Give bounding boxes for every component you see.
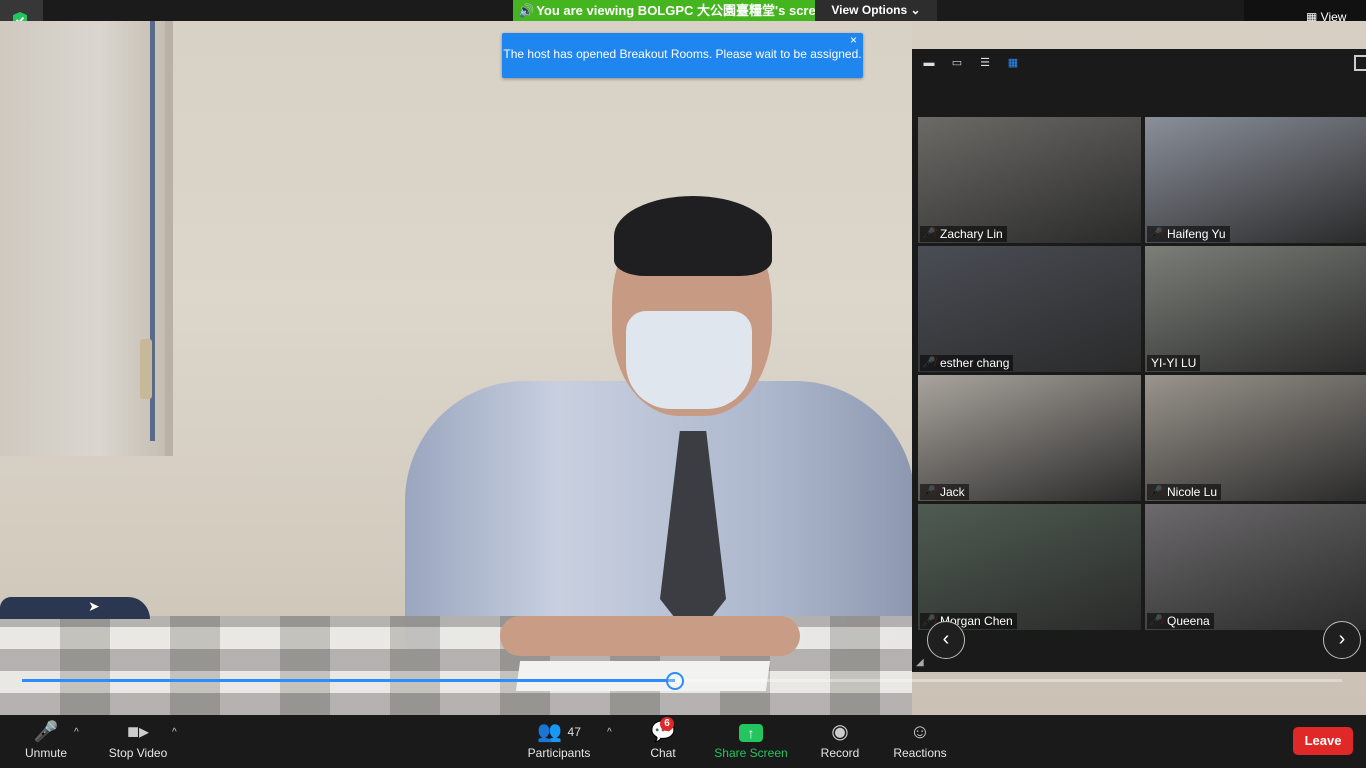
shared-screen-video [0, 21, 912, 715]
chevron-up-icon[interactable]: ^ [607, 727, 612, 738]
participant-name: Nicole Lu [1147, 484, 1222, 500]
chevron-up-icon[interactable]: ^ [172, 727, 177, 738]
speaker-hair [614, 196, 772, 276]
close-icon[interactable]: × [850, 19, 857, 61]
chair [0, 597, 150, 619]
blind-cord [140, 339, 152, 399]
expand-icon[interactable] [1354, 55, 1366, 71]
chat-badge: 6 [660, 717, 674, 731]
paper [515, 661, 771, 691]
muted-mic-icon: 🎤 [33, 721, 59, 743]
previous-page-button[interactable]: ‹ [927, 621, 965, 659]
leave-button[interactable]: Leave [1293, 727, 1353, 755]
participant-name: esther chang [920, 355, 1014, 371]
gallery-panel: ▬ ▭ ☰ ▦ 🎤̸ Zachary Lin 🎤̸ Haifeng Yu 🎤̸ … [912, 49, 1366, 672]
participants-icon: 👥 [537, 721, 562, 743]
record-button[interactable]: ◉ Record [818, 719, 862, 760]
video-camera-icon: ■▸ [126, 721, 150, 743]
speaker-body [405, 381, 912, 651]
record-icon: ◉ [831, 721, 849, 743]
participant-name: Jack [920, 484, 969, 500]
video-tile[interactable]: 🎤̸ Jack [918, 375, 1141, 501]
video-progress-knob[interactable] [666, 672, 684, 690]
hands [500, 616, 800, 656]
share-screen-button[interactable]: ↑ Share Screen [714, 719, 788, 760]
participant-name: Zachary Lin [920, 226, 1007, 242]
video-tile[interactable]: 🎤̸ Zachary Lin [918, 117, 1141, 243]
stop-video-button[interactable]: ■▸ Stop Video [106, 719, 170, 760]
face-mask [626, 311, 752, 409]
layout-switcher: ▬ ▭ ☰ ▦ [920, 55, 1022, 71]
video-tile[interactable]: 🎤̸ Nicole Lu [1145, 375, 1366, 501]
strip-view-icon[interactable]: ☰ [976, 55, 994, 71]
view-options-label: View Options [831, 3, 908, 17]
chat-label: Chat [650, 746, 676, 760]
share-screen-label: Share Screen [714, 746, 788, 760]
video-tile[interactable]: 🎤̸ Morgan Chen [918, 504, 1141, 630]
participant-name: YI-YI LU [1147, 355, 1201, 371]
record-label: Record [820, 746, 860, 760]
unmute-label: Unmute [24, 746, 68, 760]
reactions-button[interactable]: ☺ Reactions [892, 719, 948, 760]
meeting-toolbar: 🎤 Unmute ^ ■▸ Stop Video ^ 👥 47 Particip… [0, 715, 1366, 768]
participants-label: Participants [527, 746, 591, 760]
video-tile[interactable]: 🎤̸ Queena [1145, 504, 1366, 630]
video-tile[interactable]: YI-YI LU [1145, 246, 1366, 372]
participant-count: 47 [567, 725, 581, 739]
chevron-up-icon[interactable]: ^ [74, 727, 79, 738]
stop-video-label: Stop Video [108, 746, 168, 760]
video-progress-fill [22, 679, 675, 682]
sharing-banner: 🔊 You are viewing BOLGPC 大公園臺糧堂's screen [513, 0, 831, 21]
participant-name: Queena [1147, 613, 1214, 629]
notification-text: The host has opened Breakout Rooms. Plea… [503, 47, 862, 61]
video-tile[interactable]: 🎤̸ esther chang [918, 246, 1141, 372]
gallery-view-icon[interactable]: ▦ [1004, 55, 1022, 71]
chat-button[interactable]: 💬 6 Chat [646, 717, 680, 760]
speaker-icon: 🔊 [518, 3, 535, 18]
video-tile[interactable]: 🎤̸ Haifeng Yu [1145, 117, 1366, 243]
chevron-down-icon: ⌄ [910, 3, 921, 17]
reactions-label: Reactions [893, 746, 947, 760]
share-screen-icon: ↑ [739, 724, 763, 742]
view-options-button[interactable]: View Options ⌄ [815, 0, 937, 21]
breakout-rooms-notification: The host has opened Breakout Rooms. Plea… [502, 33, 863, 78]
mouse-cursor-icon: ➤ [88, 598, 100, 614]
next-page-button[interactable]: › [1323, 621, 1361, 659]
resize-grip-icon[interactable]: ◢ [916, 657, 924, 668]
chat-icon: 💬 6 [650, 717, 676, 743]
sharing-text: You are viewing BOLGPC 大公園臺糧堂's screen [536, 3, 831, 18]
unmute-button[interactable]: 🎤 Unmute [22, 719, 70, 760]
minimize-video-icon[interactable]: ▬ [920, 55, 938, 71]
smiley-icon: ☺ [909, 721, 931, 743]
speaker-only-icon[interactable]: ▭ [948, 55, 966, 71]
participants-button[interactable]: 👥 47 Participants [525, 719, 593, 760]
participant-name: Haifeng Yu [1147, 226, 1230, 242]
